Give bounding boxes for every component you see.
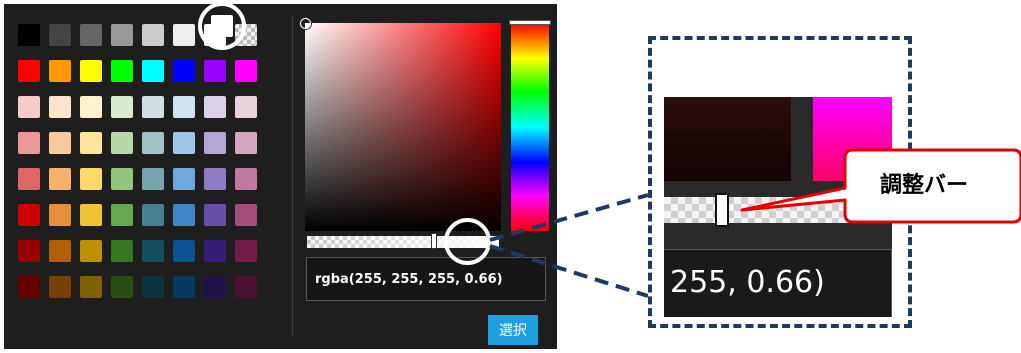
color-swatch[interactable] xyxy=(204,204,226,226)
color-swatch[interactable] xyxy=(49,24,71,46)
color-swatch[interactable] xyxy=(173,204,195,226)
callout-label: 調整バー xyxy=(879,173,968,198)
color-swatch[interactable] xyxy=(111,132,133,154)
color-swatch[interactable] xyxy=(235,168,257,190)
color-swatch[interactable] xyxy=(204,276,226,298)
color-swatch[interactable] xyxy=(173,276,195,298)
color-swatch[interactable] xyxy=(49,168,71,190)
swatch-row xyxy=(18,204,257,226)
zoomed-view: 255, 0.66) xyxy=(664,97,892,317)
color-swatch[interactable] xyxy=(49,240,71,262)
color-swatch[interactable] xyxy=(80,24,102,46)
color-swatch[interactable] xyxy=(173,240,195,262)
selected-white-swatch[interactable] xyxy=(211,15,233,37)
color-swatch[interactable] xyxy=(111,204,133,226)
color-swatch[interactable] xyxy=(49,204,71,226)
color-swatch[interactable] xyxy=(80,276,102,298)
color-swatch[interactable] xyxy=(142,96,164,118)
color-swatch[interactable] xyxy=(80,96,102,118)
swatch-row xyxy=(18,240,257,262)
color-swatch[interactable] xyxy=(142,60,164,82)
hue-slider-handle[interactable] xyxy=(509,20,551,25)
zoomed-input-text: 255, 0.66) xyxy=(664,249,892,317)
color-swatch[interactable] xyxy=(142,276,164,298)
color-swatch[interactable] xyxy=(142,168,164,190)
color-swatch[interactable] xyxy=(173,24,195,46)
color-swatch[interactable] xyxy=(49,60,71,82)
color-swatch[interactable] xyxy=(49,132,71,154)
saturation-value-area[interactable] xyxy=(300,18,501,231)
color-swatch[interactable] xyxy=(111,240,133,262)
hue-slider[interactable] xyxy=(509,20,551,231)
color-swatch[interactable] xyxy=(235,276,257,298)
color-swatch[interactable] xyxy=(204,132,226,154)
color-swatch[interactable] xyxy=(142,132,164,154)
color-swatch[interactable] xyxy=(235,240,257,262)
color-swatch[interactable] xyxy=(142,24,164,46)
highlight-circle-alpha-handle xyxy=(444,218,491,265)
color-swatch[interactable] xyxy=(49,276,71,298)
swatch-row xyxy=(18,96,257,118)
color-swatch[interactable] xyxy=(18,168,40,190)
color-swatch[interactable] xyxy=(18,132,40,154)
color-swatch[interactable] xyxy=(173,96,195,118)
color-swatch[interactable] xyxy=(80,60,102,82)
color-swatch[interactable] xyxy=(111,168,133,190)
color-swatch[interactable] xyxy=(235,96,257,118)
color-swatch[interactable] xyxy=(204,168,226,190)
color-swatch[interactable] xyxy=(142,204,164,226)
swatch-row xyxy=(18,168,257,190)
alpha-slider-handle[interactable] xyxy=(431,233,437,249)
color-swatch[interactable] xyxy=(142,240,164,262)
color-swatch[interactable] xyxy=(111,96,133,118)
color-swatch[interactable] xyxy=(18,276,40,298)
color-swatch[interactable] xyxy=(235,132,257,154)
saturation-value-handle[interactable] xyxy=(300,18,311,29)
zoomed-saturation-area xyxy=(664,97,791,181)
panel-divider xyxy=(292,16,293,336)
color-swatch[interactable] xyxy=(111,276,133,298)
color-swatch[interactable] xyxy=(18,60,40,82)
color-value-input[interactable] xyxy=(306,257,546,301)
color-swatch[interactable] xyxy=(173,60,195,82)
swatch-row xyxy=(18,276,257,298)
swatch-row xyxy=(18,132,257,154)
color-swatch[interactable] xyxy=(18,240,40,262)
color-swatch[interactable] xyxy=(204,240,226,262)
color-swatch[interactable] xyxy=(18,24,40,46)
zoomed-alpha-handle xyxy=(715,193,729,227)
color-swatch[interactable] xyxy=(18,96,40,118)
color-swatch[interactable] xyxy=(80,204,102,226)
color-swatch[interactable] xyxy=(173,132,195,154)
color-swatch[interactable] xyxy=(235,204,257,226)
color-swatch[interactable] xyxy=(80,168,102,190)
color-swatch[interactable] xyxy=(204,60,226,82)
highlight-circle-white-swatch xyxy=(198,2,246,50)
color-swatch[interactable] xyxy=(204,96,226,118)
color-swatch[interactable] xyxy=(80,132,102,154)
color-swatch[interactable] xyxy=(49,96,71,118)
swatch-row xyxy=(18,60,257,82)
color-swatch[interactable] xyxy=(80,240,102,262)
color-swatch[interactable] xyxy=(111,60,133,82)
color-swatch[interactable] xyxy=(18,204,40,226)
color-swatch[interactable] xyxy=(173,168,195,190)
color-swatch[interactable] xyxy=(235,60,257,82)
color-swatch-grid xyxy=(18,24,257,312)
select-button[interactable]: 選択 xyxy=(488,315,538,345)
color-swatch[interactable] xyxy=(111,24,133,46)
